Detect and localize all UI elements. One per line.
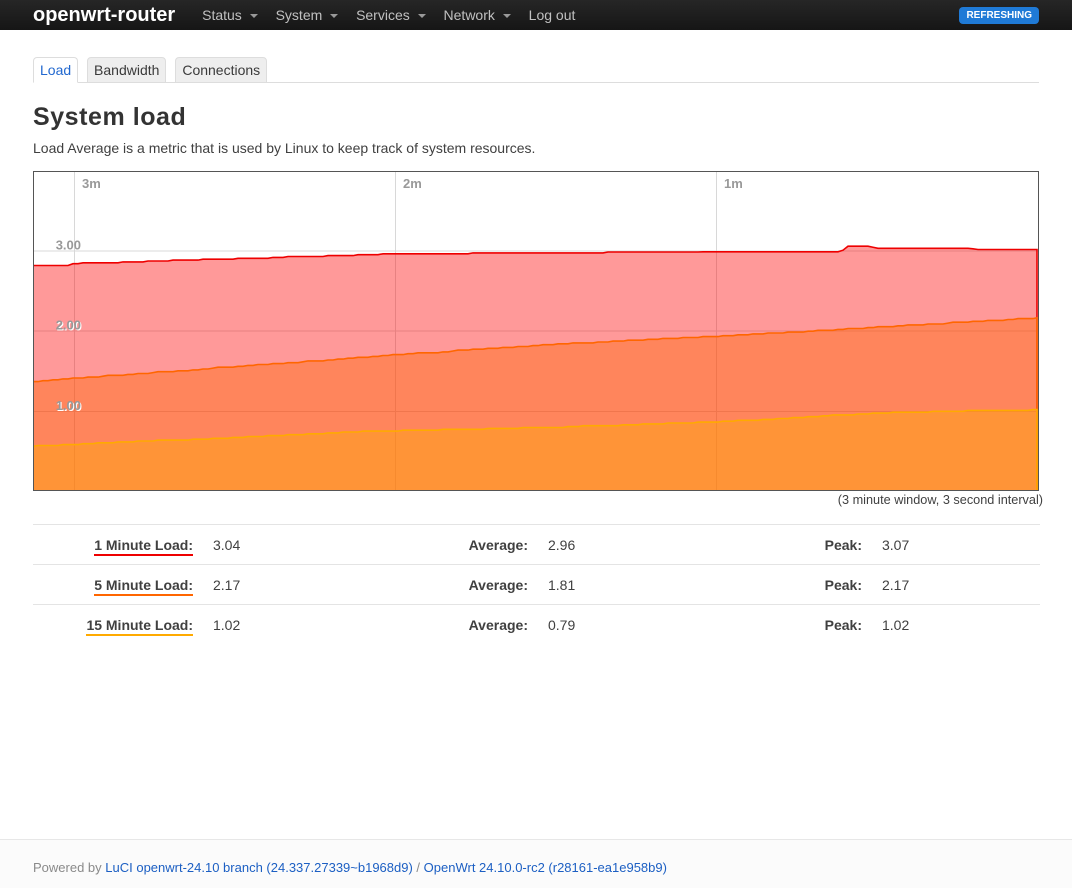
svg-text:1.00: 1.00	[56, 398, 81, 413]
svg-text:2.00: 2.00	[56, 318, 81, 333]
svg-text:1m: 1m	[724, 176, 743, 191]
svg-text:2m: 2m	[403, 176, 422, 191]
svg-text:3m: 3m	[82, 176, 101, 191]
svg-text:3.00: 3.00	[56, 238, 81, 253]
